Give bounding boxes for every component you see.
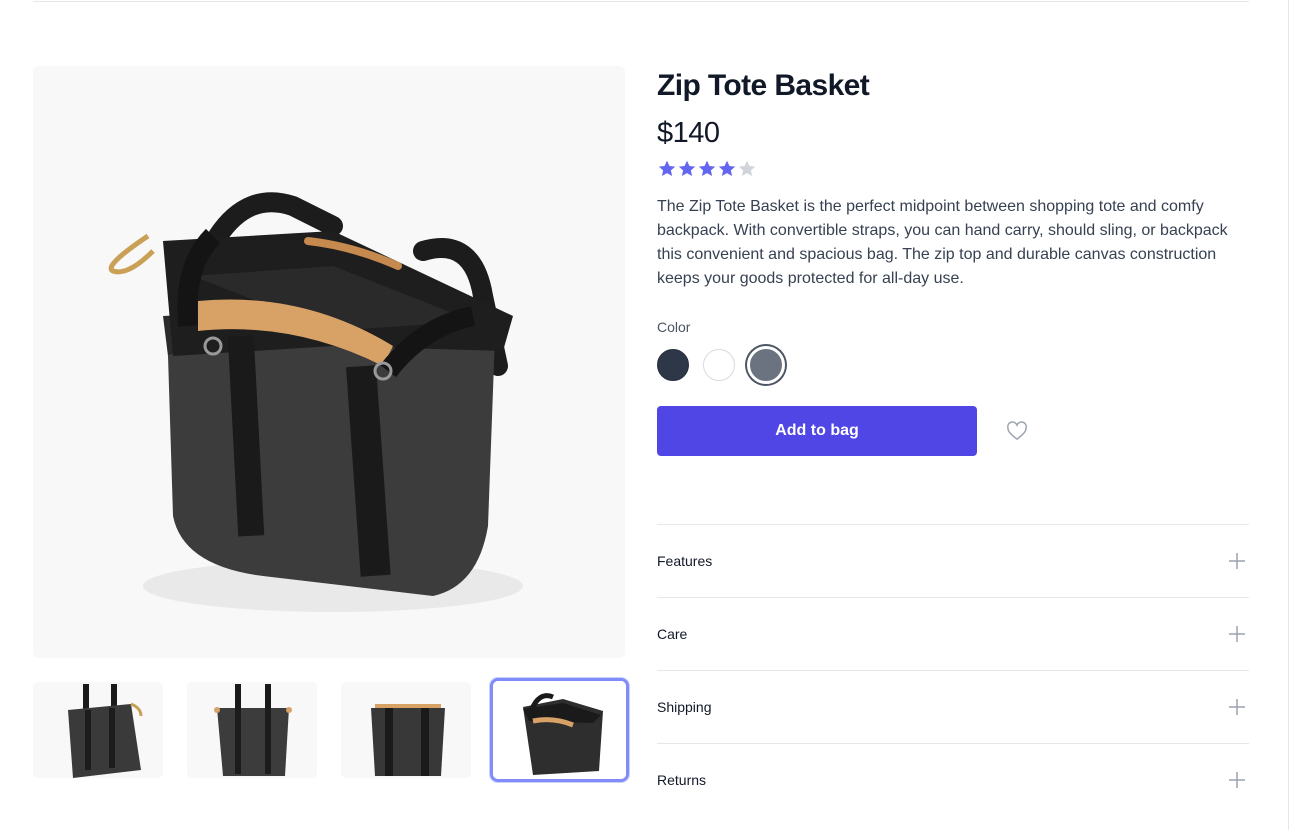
star-rating: [657, 159, 1249, 179]
accordion-label: Shipping: [657, 699, 712, 715]
color-swatch-1[interactable]: [657, 349, 689, 381]
top-divider: [33, 0, 1249, 2]
plus-icon: [1229, 553, 1245, 569]
thumbnail-image: [341, 682, 471, 778]
star-filled-icon: [658, 160, 676, 176]
tote-bag-image: [33, 66, 625, 658]
accordion-label: Returns: [657, 772, 707, 788]
star-filled-icon: [718, 160, 736, 176]
details-accordion: Features Care Shipping Returns: [657, 524, 1249, 816]
cta-row: Add to bag: [657, 406, 1249, 456]
favorite-button[interactable]: [1005, 419, 1029, 443]
accordion-features[interactable]: Features: [657, 524, 1249, 597]
product-title: Zip Tote Basket: [657, 69, 870, 102]
color-swatch-3-selected[interactable]: [747, 346, 785, 384]
product-description: The Zip Tote Basket is the perfect midpo…: [657, 198, 1228, 287]
thumbnail-image: [187, 682, 317, 778]
thumbnail-image: [33, 682, 163, 778]
accordion-care[interactable]: Care: [657, 597, 1249, 670]
thumbnail-3[interactable]: [341, 682, 471, 778]
thumbnail-1[interactable]: [33, 682, 163, 778]
thumbnail-strip: [33, 678, 629, 782]
product-price: $140: [657, 117, 720, 149]
color-swatches: [657, 345, 1249, 385]
color-swatch-2[interactable]: [703, 349, 735, 381]
star-filled-icon: [698, 160, 716, 176]
accordion-label: Care: [657, 626, 688, 642]
thumbnail-2[interactable]: [187, 682, 317, 778]
star-filled-icon: [678, 160, 696, 176]
star-empty-icon: [738, 160, 756, 176]
accordion-label: Features: [657, 553, 713, 569]
heart-icon: [1007, 421, 1027, 440]
product-info: Zip Tote Basket $140 The Zip Tote Basket…: [657, 66, 1249, 456]
thumbnail-image: [493, 681, 626, 779]
plus-icon: [1229, 772, 1245, 788]
scrollbar-track[interactable]: [1288, 0, 1289, 830]
plus-icon: [1229, 626, 1245, 642]
plus-icon: [1229, 699, 1245, 715]
accordion-shipping[interactable]: Shipping: [657, 670, 1249, 743]
main-product-image: [33, 66, 625, 658]
accordion-returns[interactable]: Returns: [657, 743, 1249, 816]
color-label: Color: [657, 319, 691, 335]
thumbnail-4-selected[interactable]: [490, 678, 629, 782]
add-to-bag-button[interactable]: Add to bag: [657, 406, 977, 456]
